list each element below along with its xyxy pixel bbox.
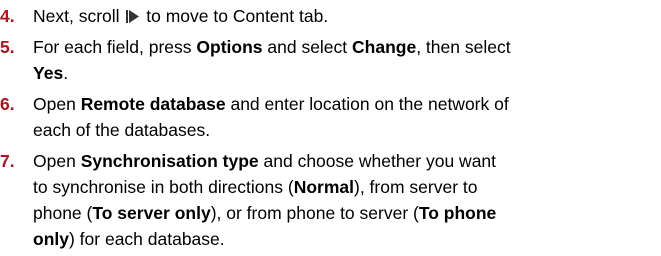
step-text: ), or from phone to server ( [210,203,419,223]
step-text: to move to Content tab. [141,6,329,26]
step-text: . [63,63,69,83]
normal-keyword: Normal [293,177,354,197]
step-text: Open [33,151,81,171]
options-keyword: Options [196,37,263,57]
right-arrow-icon [126,5,140,29]
to-server-only-keyword: To server only [92,203,211,223]
step-line: only) for each database. [33,227,225,251]
step-text: Next, scroll [33,6,125,26]
step-text: Open [33,94,81,114]
step-number: 7. [0,151,15,171]
step-text: and select [262,37,353,57]
step-text: to synchronise in both directions ( [33,177,294,197]
step-text: and enter location on the network of [225,94,509,114]
remote-database-keyword: Remote database [80,94,226,114]
step-line: to synchronise in both directions (Norma… [33,175,478,199]
step-text: each of the databases. [33,120,211,140]
step-text: ) for each database. [68,229,225,249]
step-text: and choose whether you want [258,151,497,171]
step-text: , then select [416,37,511,57]
yes-keyword: Yes [33,63,64,83]
synchronisation-type-keyword: Synchronisation type [80,151,259,171]
step-line: Next, scroll to move to Content tab. [33,4,328,29]
step-text: phone ( [33,203,93,223]
step-line: For each field, press Options and select… [33,35,511,59]
step-line: Open Synchronisation type and choose whe… [33,149,496,173]
step-line: each of the databases. [33,118,210,142]
step-text: ), from server to [354,177,478,197]
step-line: Open Remote database and enter location … [33,92,509,116]
step-line: Yes. [33,61,68,85]
to-phone-keyword: To phone [418,203,497,223]
only-keyword: only [33,229,69,249]
step-text: For each field, press [33,37,197,57]
step-line: phone (To server only), or from phone to… [33,201,496,225]
change-keyword: Change [352,37,417,57]
step-number: 4. [0,6,15,26]
instruction-page: 4. Next, scroll to move to Content tab. … [0,0,661,256]
step-number: 5. [0,37,15,57]
step-number: 6. [0,94,15,114]
